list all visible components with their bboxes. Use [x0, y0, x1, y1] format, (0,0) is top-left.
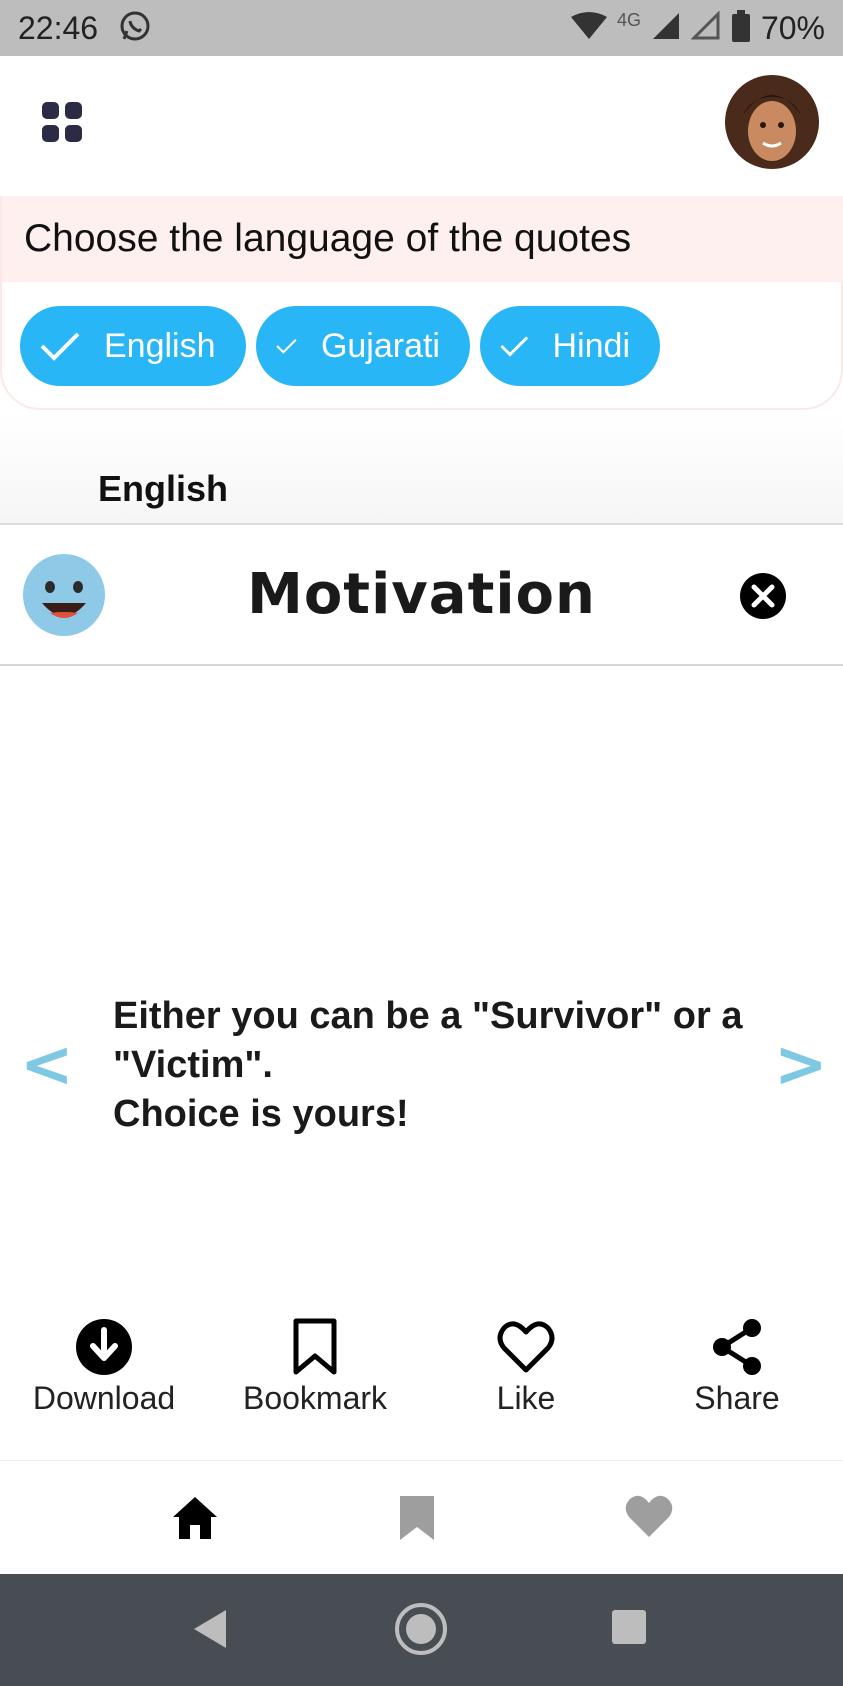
chip-hindi[interactable]: Hindi: [480, 306, 660, 386]
heart-outline-icon: [497, 1321, 555, 1373]
user-avatar[interactable]: [725, 75, 819, 169]
home-icon: [173, 1497, 217, 1539]
bookmark-button[interactable]: Bookmark: [225, 1318, 405, 1417]
quote-actions: Download Bookmark Like Share: [0, 1318, 843, 1460]
status-left: 22:46: [18, 9, 152, 48]
status-right: 4G 70%: [570, 9, 825, 47]
share-button[interactable]: Share: [647, 1318, 827, 1417]
share-label: Share: [694, 1380, 780, 1416]
tab-home[interactable]: [170, 1493, 220, 1543]
download-label: Download: [32, 1380, 176, 1416]
grid-menu-icon[interactable]: [40, 100, 86, 146]
language-panel: Choose the language of the quotes Englis…: [0, 196, 843, 410]
selected-language-strip[interactable]: English: [0, 410, 843, 525]
home-circle-icon[interactable]: [394, 1602, 448, 1661]
quote-area: < Either you can be a "Survivor" or a "V…: [0, 668, 843, 1308]
status-time: 22:46: [18, 9, 99, 46]
category-header: Motivation: [0, 526, 843, 666]
back-icon[interactable]: [190, 1606, 230, 1657]
chip-label: Hindi: [552, 326, 630, 365]
network-type-label: 4G: [616, 9, 641, 30]
tab-bookmarks[interactable]: [397, 1493, 447, 1543]
like-button[interactable]: Like: [436, 1318, 616, 1417]
tab-favorites[interactable]: [624, 1493, 674, 1543]
close-circle-icon[interactable]: [739, 572, 787, 620]
language-heading: Choose the language of the quotes: [2, 196, 843, 282]
status-bar: 22:46 4G 70%: [0, 0, 843, 56]
battery-icon: [731, 9, 751, 47]
signal-icon: [651, 11, 681, 46]
language-chips: English Gujarati Hindi: [20, 306, 660, 386]
quote-text: Either you can be a "Survivor" or a "Vic…: [113, 995, 743, 1135]
chip-label: Gujarati: [320, 326, 440, 365]
recents-icon[interactable]: [610, 1608, 648, 1651]
heart-icon: [625, 1495, 673, 1537]
chip-english[interactable]: English: [20, 306, 246, 386]
bookmark-icon: [400, 1496, 434, 1540]
download-icon: [76, 1319, 132, 1375]
chip-label: English: [104, 326, 216, 365]
app-bar: [0, 56, 843, 196]
share-icon: [713, 1319, 761, 1375]
bottom-tab-bar: [0, 1460, 843, 1574]
like-label: Like: [496, 1380, 556, 1416]
category-title: Motivation: [247, 562, 596, 627]
check-icon: [40, 332, 80, 361]
bookmark-label: Bookmark: [242, 1380, 388, 1416]
bookmark-icon: [293, 1318, 337, 1375]
check-icon: [500, 336, 529, 357]
check-icon: [276, 338, 297, 354]
signal-empty-icon: [690, 9, 721, 46]
wifi-icon: [570, 11, 607, 46]
download-button[interactable]: Download: [14, 1318, 194, 1417]
battery-percent: 70%: [760, 9, 825, 46]
whatsapp-icon: [118, 9, 152, 48]
previous-quote-button[interactable]: <: [20, 1028, 74, 1102]
system-nav-bar: [0, 1574, 843, 1686]
selected-language-label: English: [98, 468, 229, 509]
chip-gujarati[interactable]: Gujarati: [256, 306, 470, 386]
next-quote-button[interactable]: >: [774, 1028, 828, 1102]
